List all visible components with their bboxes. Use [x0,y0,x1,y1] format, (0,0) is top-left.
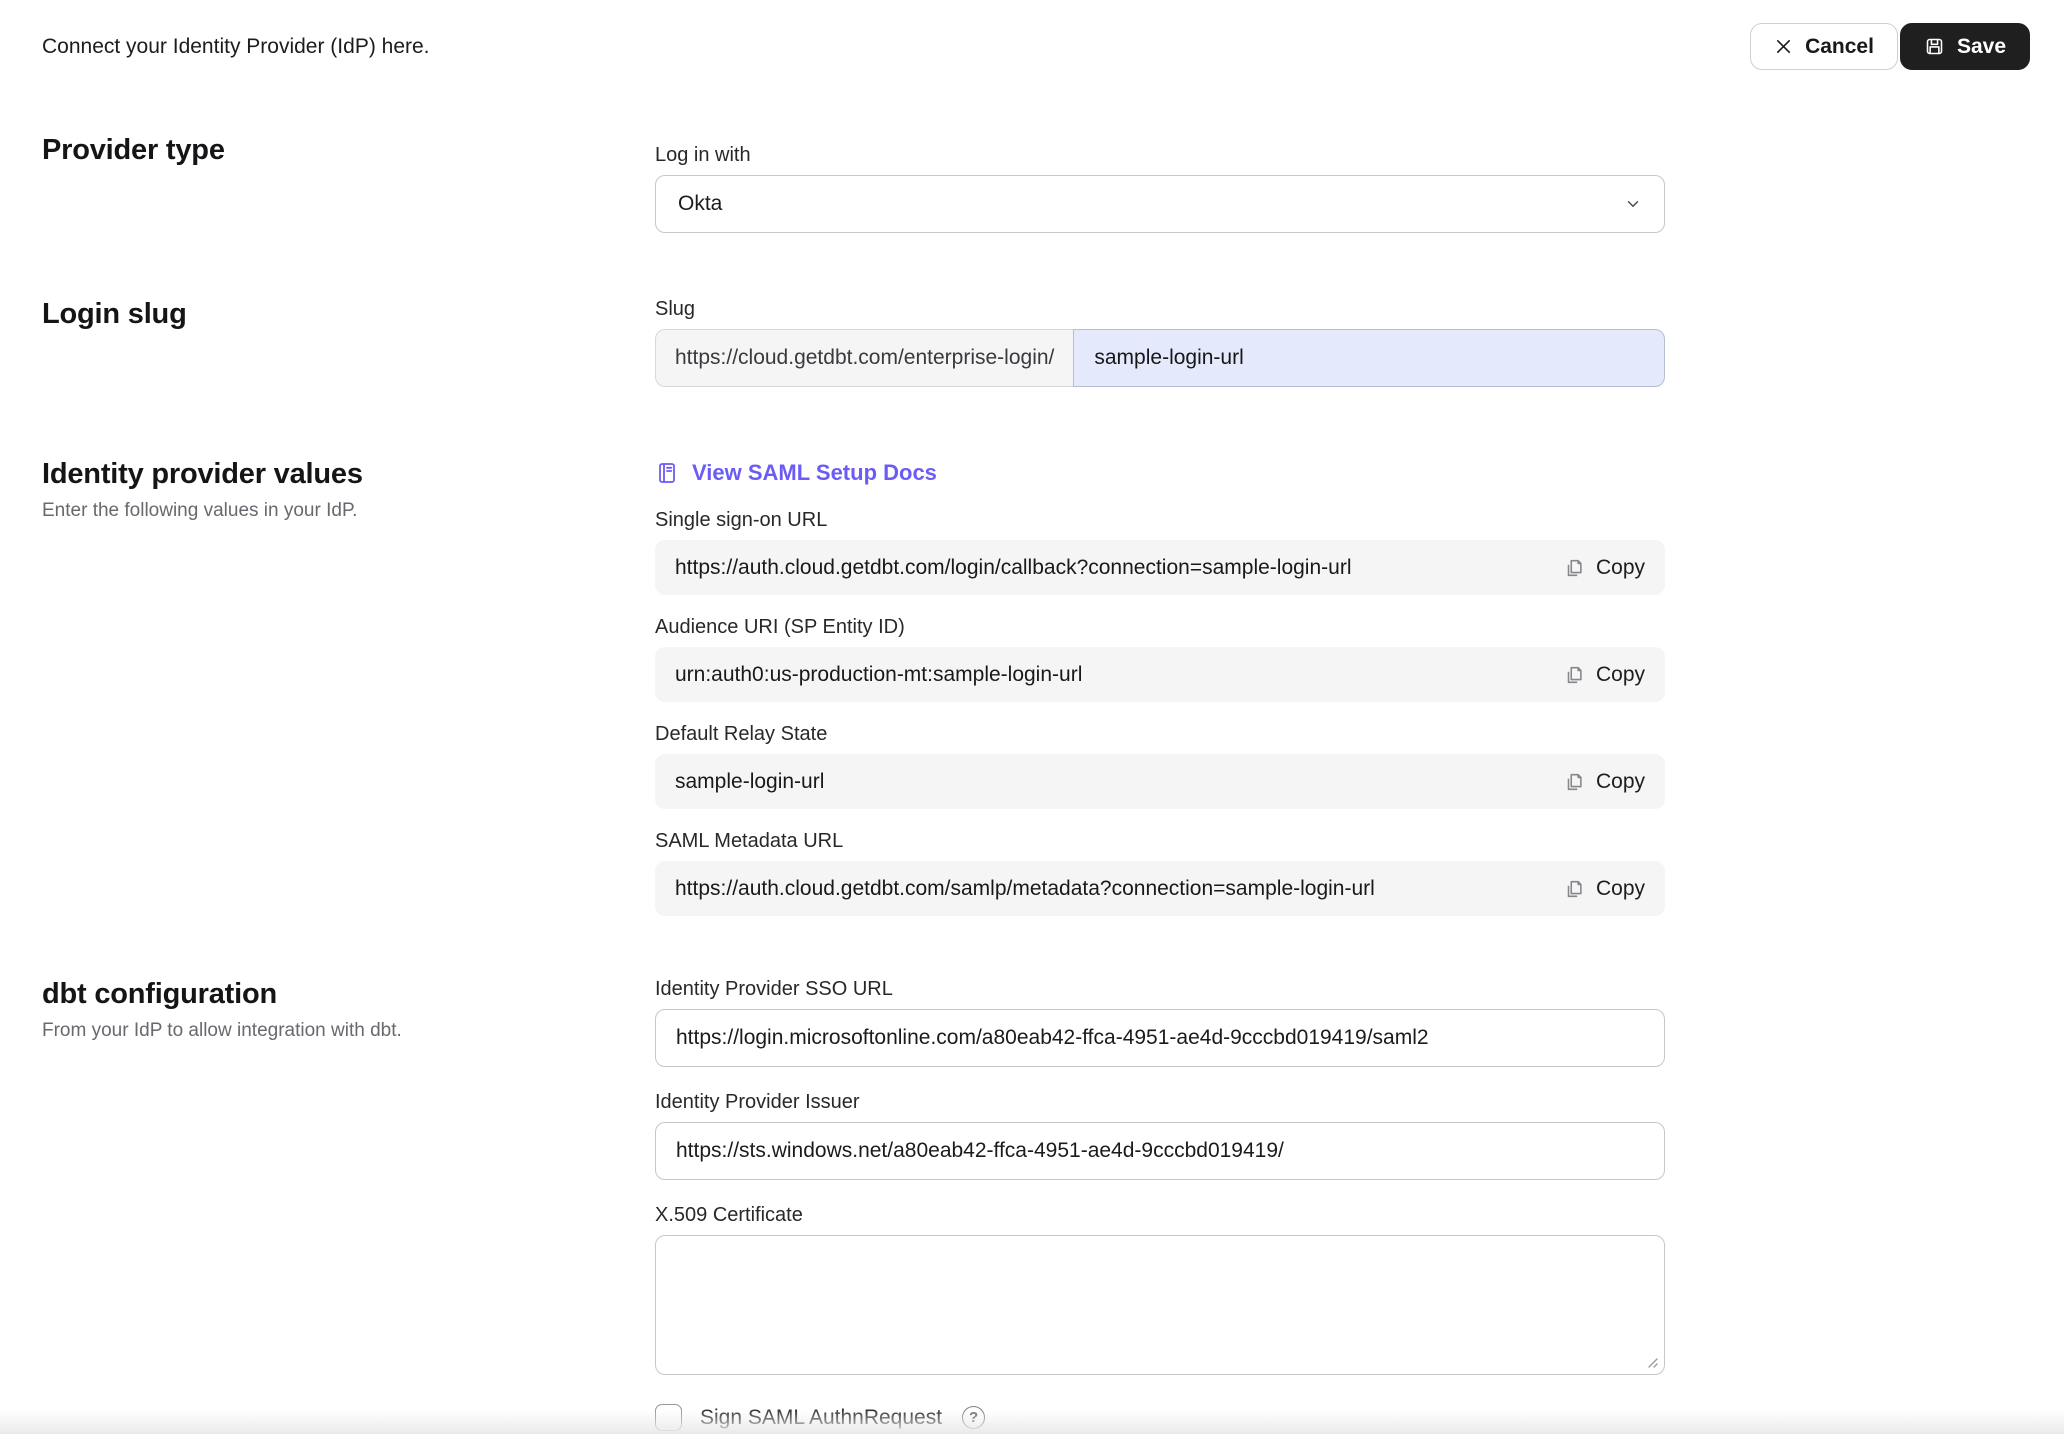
sign-authn-row: Sign SAML AuthnRequest ? [655,1404,1665,1431]
sso-url-label: Single sign-on URL [655,509,1665,532]
save-button[interactable]: Save [1900,23,2030,70]
sso-url-value: https://auth.cloud.getdbt.com/login/call… [675,556,1351,580]
copy-pages-icon [1563,664,1585,686]
copy-button-label: Copy [1596,556,1645,580]
header-actions: Cancel Save [1750,23,2030,70]
sso-url-group: Single sign-on URL https://auth.cloud.ge… [655,509,1665,595]
idp-sso-url-group: Identity Provider SSO URL [655,978,1665,1067]
provider-type-fields: Log in with Okta [655,144,1665,233]
saml-metadata-field: https://auth.cloud.getdbt.com/samlp/meta… [655,861,1665,916]
certificate-group: X.509 Certificate [655,1204,1665,1375]
audience-uri-value: urn:auth0:us-production-mt:sample-login-… [675,663,1082,687]
provider-type-left: Provider type [42,134,655,167]
relay-state-field: sample-login-url Copy [655,754,1665,809]
idp-issuer-group: Identity Provider Issuer [655,1091,1665,1180]
login-slug-heading: Login slug [42,298,655,331]
slug-url-prefix: https://cloud.getdbt.com/enterprise-logi… [655,329,1073,387]
save-button-label: Save [1957,35,2006,59]
copy-pages-icon [1563,557,1585,579]
idp-values-fields: View SAML Setup Docs Single sign-on URL … [655,458,1665,916]
relay-state-label: Default Relay State [655,723,1665,746]
section-dbt-configuration: dbt configuration From your IdP to allow… [0,978,2064,1431]
login-slug-left: Login slug [42,298,655,331]
login-with-label: Log in with [655,144,1665,167]
audience-uri-group: Audience URI (SP Entity ID) urn:auth0:us… [655,616,1665,702]
idp-issuer-label: Identity Provider Issuer [655,1091,1665,1114]
sign-authn-checkbox[interactable] [655,1404,682,1431]
x-icon [1774,37,1793,56]
page-description: Connect your Identity Provider (IdP) her… [42,35,430,59]
login-slug-fields: Slug https://cloud.getdbt.com/enterprise… [655,298,1665,387]
dbt-config-heading: dbt configuration [42,978,655,1011]
audience-uri-field: urn:auth0:us-production-mt:sample-login-… [655,647,1665,702]
book-icon [655,461,679,485]
sign-authn-label: Sign SAML AuthnRequest [700,1406,942,1430]
view-saml-docs-link[interactable]: View SAML Setup Docs [655,458,937,488]
idp-values-subtitle: Enter the following values in your IdP. [42,500,655,522]
slug-input[interactable] [1073,329,1665,387]
certificate-field-wrap [655,1235,1665,1375]
login-with-selected-value: Okta [678,192,722,216]
relay-state-value: sample-login-url [675,770,824,794]
audience-uri-label: Audience URI (SP Entity ID) [655,616,1665,639]
dbt-config-fields: Identity Provider SSO URL Identity Provi… [655,978,1665,1431]
dbt-config-left: dbt configuration From your IdP to allow… [42,978,655,1042]
saml-metadata-value: https://auth.cloud.getdbt.com/samlp/meta… [675,877,1375,901]
copy-saml-metadata-button[interactable]: Copy [1563,877,1645,901]
cancel-button-label: Cancel [1805,35,1874,59]
copy-audience-uri-button[interactable]: Copy [1563,663,1645,687]
floppy-disk-icon [1924,36,1945,57]
login-with-select[interactable]: Okta [655,175,1665,233]
view-saml-docs-label: View SAML Setup Docs [692,460,937,486]
idp-values-heading: Identity provider values [42,458,655,491]
relay-state-group: Default Relay State sample-login-url Cop… [655,723,1665,809]
slug-label: Slug [655,298,1665,321]
copy-button-label: Copy [1596,663,1645,687]
idp-values-left: Identity provider values Enter the follo… [42,458,655,522]
section-login-slug: Login slug Slug https://cloud.getdbt.com… [0,298,2064,387]
saml-metadata-label: SAML Metadata URL [655,830,1665,853]
copy-relay-state-button[interactable]: Copy [1563,770,1645,794]
copy-button-label: Copy [1596,877,1645,901]
idp-sso-url-label: Identity Provider SSO URL [655,978,1665,1001]
copy-pages-icon [1563,878,1585,900]
dbt-config-subtitle: From your IdP to allow integration with … [42,1020,655,1042]
question-circle-icon[interactable]: ? [962,1406,985,1429]
copy-button-label: Copy [1596,770,1645,794]
section-provider-type: Provider type Log in with Okta [0,134,2064,233]
copy-sso-url-button[interactable]: Copy [1563,556,1645,580]
certificate-textarea[interactable] [655,1235,1665,1375]
page-header: Connect your Identity Provider (IdP) her… [0,0,2064,70]
sso-url-field: https://auth.cloud.getdbt.com/login/call… [655,540,1665,595]
provider-type-heading: Provider type [42,134,655,167]
copy-pages-icon [1563,771,1585,793]
idp-issuer-input[interactable] [655,1122,1665,1180]
saml-metadata-group: SAML Metadata URL https://auth.cloud.get… [655,830,1665,916]
section-identity-provider-values: Identity provider values Enter the follo… [0,458,2064,916]
idp-sso-url-input[interactable] [655,1009,1665,1067]
chevron-down-icon [1624,195,1642,213]
slug-field-group: https://cloud.getdbt.com/enterprise-logi… [655,329,1665,387]
cancel-button[interactable]: Cancel [1750,23,1898,70]
certificate-label: X.509 Certificate [655,1204,1665,1227]
